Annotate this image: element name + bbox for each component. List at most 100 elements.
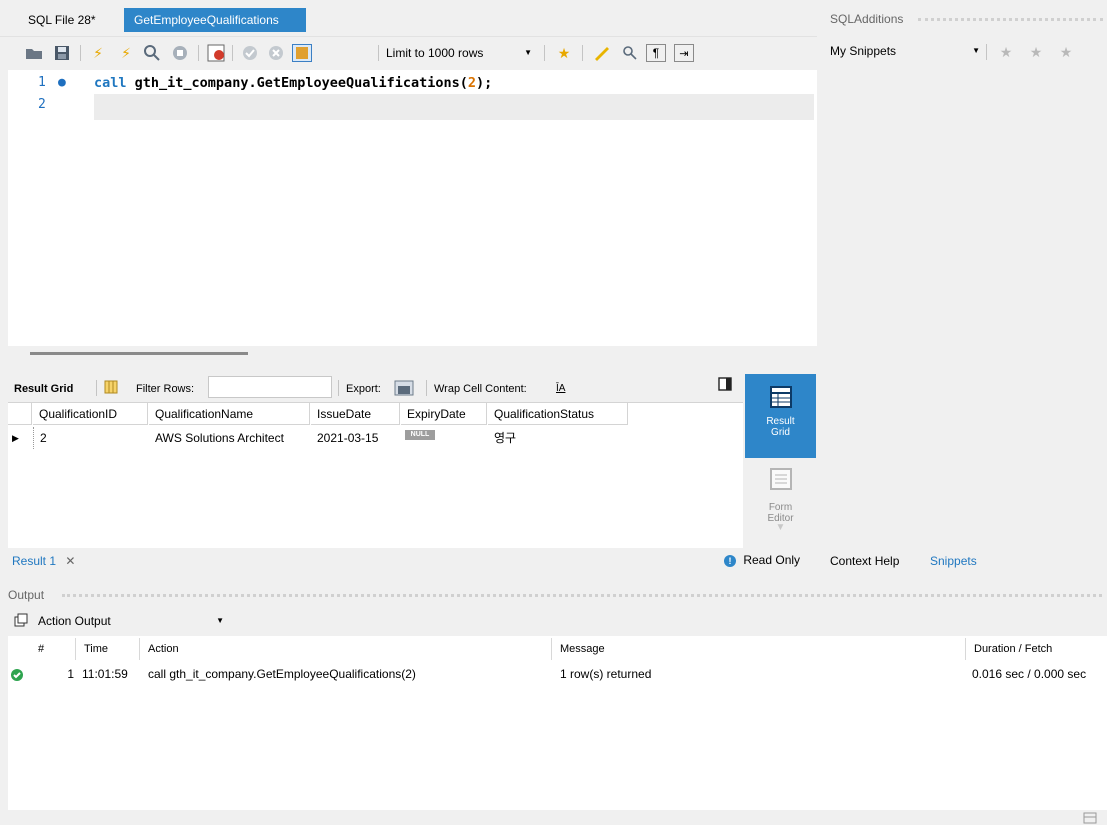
panel-title: SQLAdditions <box>830 12 904 26</box>
sql-editor[interactable]: 1 ● 2 call gth_it_company.GetEmployeeQua… <box>8 70 817 346</box>
save-icon[interactable] <box>52 44 72 62</box>
output-time: 11:01:59 <box>82 667 128 681</box>
execute-icon[interactable]: ⚡ <box>88 44 108 62</box>
filter-rows-input[interactable] <box>208 376 332 398</box>
limit-rows-select[interactable]: Limit to 1000 rows ▼ <box>386 43 538 63</box>
status-bar <box>0 810 1107 825</box>
line-number: 2 <box>38 97 46 112</box>
row-header-corner <box>8 403 32 425</box>
column-header[interactable]: Duration / Fetch <box>966 638 1107 660</box>
toggle-panel-icon[interactable] <box>718 377 732 395</box>
tab-label: GetEmployeeQualifications <box>134 13 279 27</box>
output-title: Output <box>8 588 45 602</box>
word-wrap-icon[interactable]: ⇥ <box>674 44 694 62</box>
toggle-error-icon[interactable] <box>206 44 226 62</box>
current-line-highlight[interactable] <box>94 94 814 120</box>
output-panel: Action Output ▼ # Time Action Message Du… <box>8 606 1107 810</box>
column-header[interactable]: Time <box>76 638 140 660</box>
statement-marker-icon: ● <box>58 75 66 90</box>
read-only-label: Read Only <box>743 553 801 567</box>
output-toolbar: Action Output ▼ <box>8 606 1107 636</box>
output-type-select[interactable]: Action Output ▼ <box>38 610 224 632</box>
cell-qualification-id[interactable]: 2 <box>33 427 148 449</box>
export-label: Export: <box>346 383 381 395</box>
output-message: 1 row(s) returned <box>560 667 652 681</box>
tab-sql-file-28[interactable]: SQL File 28* <box>18 8 106 32</box>
autocommit-icon[interactable] <box>292 44 312 62</box>
tab-result-1-label: Result 1 <box>12 554 57 568</box>
invisible-chars-icon[interactable]: ¶ <box>646 44 666 62</box>
execute-current-icon[interactable]: ⚡ <box>116 44 136 62</box>
output-duration: 0.016 sec / 0.000 sec <box>972 667 1087 681</box>
snippets-list[interactable] <box>822 68 1107 548</box>
commit-icon[interactable] <box>240 44 260 62</box>
tab-result-1[interactable]: Result 1 ✕ <box>12 554 75 568</box>
tab-context-help[interactable]: Context Help <box>830 554 899 568</box>
column-header[interactable]: Action <box>140 638 552 660</box>
column-header[interactable]: # <box>30 638 76 660</box>
cell-qualification-status[interactable]: 영구 <box>488 427 628 449</box>
export-icon[interactable] <box>394 380 414 398</box>
snippets-select-value: My Snippets <box>830 44 897 58</box>
result-grid-button-label: Result <box>766 416 795 427</box>
result-tab-bar: Result 1 ✕ ! Read Only <box>8 549 817 573</box>
grid-layout-icon[interactable] <box>104 380 118 398</box>
column-header[interactable]: QualificationStatus <box>488 403 628 425</box>
form-editor-icon <box>769 468 792 490</box>
snippets-toolbar: My Snippets ▼ ★ ★ ★ <box>822 36 1107 68</box>
tab-get-employee-qualifications[interactable]: GetEmployeeQualifications ✕ <box>124 8 306 51</box>
read-only-status: ! Read Only <box>724 553 800 567</box>
editor-toolbar: ⚡ ⚡ Limit to 1000 rows ▼ ★ ¶ ⇥ <box>0 36 817 68</box>
output-row-number: 1 <box>67 667 74 681</box>
panel-layout-icon[interactable] <box>1083 812 1097 825</box>
output-header: Output <box>8 584 1107 606</box>
cell-issue-date[interactable]: 2021-03-15 <box>311 427 400 449</box>
filter-rows-label: Filter Rows: <box>136 383 195 395</box>
column-header[interactable]: ExpiryDate <box>401 403 487 425</box>
snippets-select[interactable]: My Snippets ▼ <box>830 44 980 58</box>
row-pointer-icon: ▶ <box>12 433 19 443</box>
column-header[interactable]: QualificationName <box>149 403 310 425</box>
add-snippet-icon[interactable]: ★ <box>554 44 574 62</box>
cell-qualification-name[interactable]: AWS Solutions Architect <box>149 427 310 449</box>
info-icon: ! <box>724 555 736 567</box>
tab-label: SQL File 28* <box>28 13 96 27</box>
horizontal-scrollbar[interactable] <box>30 352 248 355</box>
tab-snippets[interactable]: Snippets <box>930 554 977 568</box>
cell-expiry-date-null[interactable]: NULL <box>405 430 435 440</box>
output-type-value: Action Output <box>38 614 111 628</box>
rollback-icon[interactable] <box>266 44 286 62</box>
copy-icon[interactable] <box>14 613 28 630</box>
result-grid-icon <box>769 386 792 408</box>
chevron-down-icon: ▼ <box>216 616 224 625</box>
chevron-down-icon[interactable]: ▼ <box>745 523 816 533</box>
wrap-cell-label: Wrap Cell Content: <box>434 383 527 395</box>
column-header[interactable]: IssueDate <box>311 403 400 425</box>
result-toolbar: Result Grid Filter Rows: Export: Wrap Ce… <box>8 374 736 402</box>
wrap-cell-icon[interactable]: ĪA <box>556 380 565 398</box>
find-icon[interactable] <box>620 44 640 62</box>
delete-snippet-icon[interactable]: ★ <box>1056 43 1076 61</box>
form-editor-button[interactable]: Form Editor ▼ <box>745 462 816 546</box>
form-editor-button-label: Form <box>768 502 793 513</box>
chevron-down-icon: ▼ <box>524 48 532 57</box>
close-icon[interactable]: ✕ <box>65 554 75 568</box>
result-grid[interactable]: QualificationID QualificationName IssueD… <box>8 402 743 548</box>
result-grid-button[interactable]: Result Grid <box>745 374 816 458</box>
limit-rows-value: Limit to 1000 rows <box>386 46 484 60</box>
replace-snippet-icon[interactable]: ★ <box>996 43 1016 61</box>
beautify-icon[interactable] <box>592 44 612 62</box>
column-header[interactable]: Message <box>552 638 966 660</box>
stop-icon[interactable] <box>170 44 190 62</box>
column-header[interactable]: QualificationID <box>33 403 148 425</box>
code-line-1[interactable]: call gth_it_company.GetEmployeeQualifica… <box>94 72 492 94</box>
line-number: 1 ● <box>8 72 92 94</box>
success-icon <box>10 668 24 688</box>
sql-additions-header: SQLAdditions <box>822 8 1107 30</box>
right-panel-tabs: Context Help Snippets <box>822 549 1107 573</box>
insert-snippet-icon[interactable]: ★ <box>1026 43 1046 61</box>
explain-icon[interactable] <box>142 44 162 62</box>
editor-tab-bar: SQL File 28* GetEmployeeQualifications ✕ <box>0 8 817 51</box>
open-file-icon[interactable] <box>24 44 44 62</box>
result-grid-label[interactable]: Result Grid <box>14 380 73 398</box>
